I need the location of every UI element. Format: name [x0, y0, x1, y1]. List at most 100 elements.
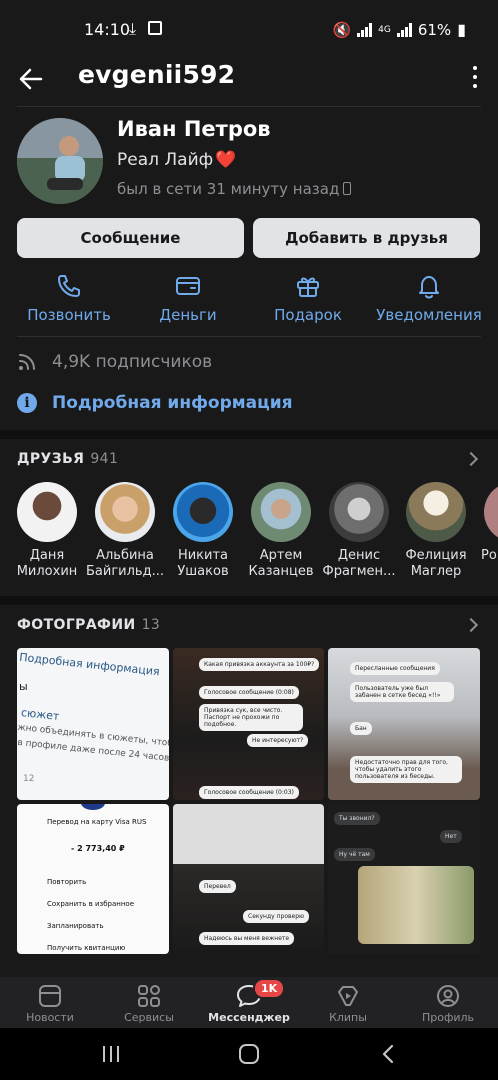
friend-last-name: Ро	[481, 548, 497, 563]
chevron-right-icon[interactable]	[463, 451, 479, 467]
chat-bubble: Привязка сук, все чисто. Паспорт не прох…	[199, 704, 303, 731]
actions-divider	[17, 336, 481, 337]
friend-item[interactable]: Денис Фрагмен...	[320, 482, 398, 580]
photo-thumbnail[interactable]: Перевел Секунду проверю Надеюсь вы меня …	[173, 804, 324, 954]
tab-services[interactable]: Сервисы	[99, 977, 199, 1028]
friend-avatar	[406, 482, 466, 542]
recent-apps-icon[interactable]	[100, 1044, 122, 1064]
money-action[interactable]: Деньги	[133, 268, 243, 324]
friend-last-name: Байгильд...	[86, 564, 164, 579]
status-text: Реал Лайф	[117, 150, 214, 170]
photo-text: Перевод на карту Visa RUS	[47, 818, 147, 826]
friend-item[interactable]: Даня Милохин	[8, 482, 86, 580]
tab-clips-label: Клипы	[329, 1011, 367, 1024]
avatar-photo	[17, 118, 103, 204]
photos-header[interactable]: ФОТОГРАФИИ 13	[17, 617, 160, 633]
info-icon: i	[17, 393, 37, 413]
photo-text: Повторить	[47, 878, 87, 886]
money-label: Деньги	[159, 306, 217, 324]
tab-messenger[interactable]: Мессенджер 1K	[199, 977, 299, 1028]
photo-text: Подробная информация	[18, 650, 161, 679]
call-action[interactable]: Позвонить	[14, 268, 124, 324]
tab-profile[interactable]: Профиль	[398, 977, 498, 1028]
chat-bubble: Бан	[350, 722, 372, 735]
tab-profile-label: Профиль	[421, 1011, 475, 1024]
photo-thumbnail[interactable]: Пересланные сообщения Пользователь уже б…	[328, 648, 480, 800]
bottom-tab-bar: Новости Сервисы Мессенджер 1K Клипы Проф…	[0, 977, 498, 1028]
mobile-icon	[343, 182, 352, 195]
friend-last-name: Маглер	[410, 564, 462, 579]
status-right: 🔇 4G 61% ▮	[332, 20, 466, 39]
photo-thumbnail[interactable]: Перевод на карту Visa RUS - 2 773,40 ₽ П…	[17, 804, 169, 954]
friend-first-name: Альбина	[96, 548, 154, 563]
image-notification-icon	[148, 21, 162, 35]
photo-thumbnail[interactable]: Подробная информация ы сюжет жно объедин…	[17, 648, 169, 800]
mute-icon: 🔇	[332, 20, 352, 39]
profile-status: Реал Лайф ❤️	[117, 150, 236, 170]
tab-clips[interactable]: Клипы	[298, 977, 398, 1028]
photo-text: Запланировать	[47, 922, 104, 930]
phone-icon	[58, 275, 80, 297]
message-button[interactable]: Сообщение	[17, 218, 244, 258]
online-text: был в сети 31 минуту назад	[117, 180, 340, 198]
friend-avatar	[251, 482, 311, 542]
friends-header[interactable]: ДРУЗЬЯ 941	[17, 451, 118, 467]
friend-item[interactable]: Никита Ушаков	[164, 482, 242, 580]
section-separator	[0, 430, 498, 439]
profile-icon	[437, 985, 459, 1007]
friend-item[interactable]: Ро	[475, 482, 498, 564]
chat-bubble: Не интересуют?	[247, 734, 309, 747]
tab-news-label: Новости	[26, 1011, 74, 1024]
friend-avatar	[484, 482, 498, 542]
avatar[interactable]	[17, 118, 103, 204]
chat-bubble: Перевел	[199, 880, 236, 893]
chevron-right-icon[interactable]	[463, 617, 479, 633]
chat-bubble: Какая привязка аккаунта за 100₽?	[199, 658, 320, 671]
photo-text: сюжет	[20, 706, 60, 723]
more-options-icon[interactable]	[472, 66, 478, 88]
friend-first-name: Артем	[259, 548, 303, 563]
chat-bubble: Голосовое сообщение (0:03)	[199, 786, 299, 799]
chat-bubble: Голосовое сообщение (0:08)	[199, 686, 299, 699]
photos-title: ФОТОГРАФИИ	[17, 617, 136, 633]
page-title: evgenii592	[78, 60, 236, 89]
friend-item[interactable]: Артем Казанцев	[242, 482, 320, 580]
wallet-icon	[176, 277, 200, 295]
friends-title: ДРУЗЬЯ	[17, 451, 85, 467]
online-status: был в сети 31 минуту назад	[117, 180, 352, 198]
friends-list: Даня Милохин Альбина Байгильд... Никита …	[0, 482, 498, 582]
back-icon[interactable]	[380, 1043, 396, 1065]
add-friend-button[interactable]: Добавить в друзья	[253, 218, 480, 258]
details-link[interactable]: i Подробная информация	[17, 393, 293, 413]
gift-icon	[297, 277, 319, 297]
friend-last-name: Казанцев	[248, 564, 314, 579]
photo-thumbnail[interactable]: Какая привязка аккаунта за 100₽? Голосов…	[173, 648, 324, 800]
friend-avatar	[95, 482, 155, 542]
details-label: Подробная информация	[52, 393, 293, 413]
back-arrow-icon[interactable]	[16, 64, 46, 94]
subscribers-row[interactable]: 4,9K подписчиков	[17, 352, 212, 372]
unread-badge: 1K	[253, 978, 286, 999]
photos-count: 13	[141, 617, 161, 633]
signal-icon	[357, 22, 373, 37]
gift-action[interactable]: Подарок	[253, 268, 363, 324]
tab-news[interactable]: Новости	[0, 977, 100, 1028]
friend-avatar	[329, 482, 389, 542]
bell-icon	[419, 276, 439, 299]
heart-emoji: ❤️	[215, 150, 237, 170]
notifications-action[interactable]: Уведомления	[374, 268, 484, 324]
chat-bubble: Пересланные сообщения	[350, 662, 440, 675]
section-separator	[0, 596, 498, 605]
photo-thumbnail[interactable]: Ты звонил? Нет Ну чё там	[328, 804, 480, 954]
bank-logo-icon	[81, 804, 105, 810]
friend-item[interactable]: Фелиция Маглер	[397, 482, 475, 580]
status-time: 14:10	[84, 20, 131, 39]
friend-item[interactable]: Альбина Байгильд...	[86, 482, 164, 580]
friend-first-name: Даня	[29, 548, 65, 563]
home-icon[interactable]	[238, 1043, 260, 1065]
header: evgenii592	[0, 58, 498, 106]
signal-icon-2	[396, 22, 412, 37]
tab-messenger-label: Мессенджер	[208, 1011, 290, 1024]
friend-last-name: Фрагмен...	[322, 564, 396, 579]
photo-text: ы	[19, 680, 28, 693]
